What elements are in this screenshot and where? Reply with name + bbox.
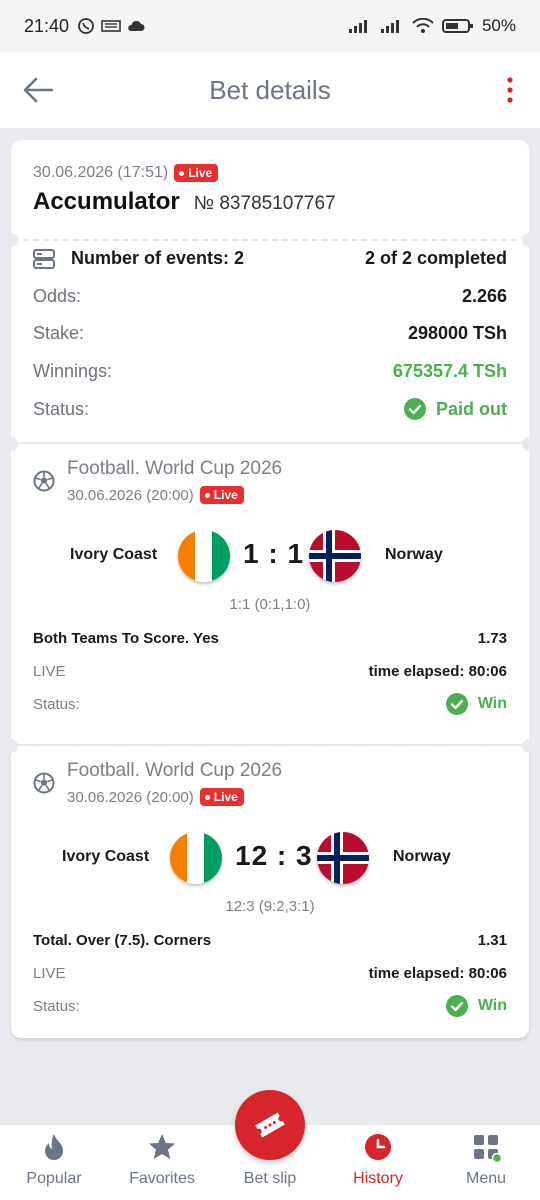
live-badge-label: Live: [213, 488, 238, 502]
away-team: Norway: [393, 848, 451, 865]
match-score: 12 : 3: [235, 840, 313, 871]
event-status-value: Win: [477, 695, 507, 712]
event-status-value: Win: [477, 997, 507, 1014]
star-icon: [149, 1134, 175, 1159]
events-row: Number of events: 2 2 of 2 completed: [33, 248, 507, 269]
live-badge: Live: [199, 486, 244, 504]
status-value: Paid out: [436, 398, 507, 419]
live-dot-icon: [204, 794, 210, 800]
odds-row: Odds: 2.266: [33, 286, 507, 307]
match-row: Ivory Coast 12 : 3 Norway: [11, 828, 529, 888]
clock-icon: [365, 1134, 391, 1160]
live-dot-icon: [179, 170, 185, 176]
bet-type: Accumulator: [33, 188, 180, 215]
wifi-icon: [412, 18, 434, 33]
status-row: Status: Paid out: [33, 398, 507, 420]
event-card: Football. World Cup 2026 30.06.2026 (20:…: [4, 739, 536, 1038]
nav-menu-label: Menu: [465, 1170, 507, 1187]
live-badge: Live: [199, 788, 244, 806]
back-arrow-icon[interactable]: [22, 76, 54, 104]
check-circle-icon: [404, 398, 426, 420]
winnings-row: Winnings: 675357.4 TSh: [33, 361, 507, 382]
events-list-icon: [33, 248, 55, 269]
event-state: LIVE: [33, 965, 66, 982]
live-badge-label: Live: [213, 790, 238, 804]
football-icon: [33, 470, 55, 492]
bet-date: 30.06.2026 (17:51): [33, 164, 169, 181]
check-circle-icon: [445, 995, 468, 1017]
nav-menu[interactable]: Menu: [432, 1125, 540, 1200]
nav-betslip-label: Bet slip: [243, 1170, 297, 1187]
live-badge: Live: [174, 164, 219, 182]
check-circle-icon: [445, 693, 468, 715]
status-bar: 21:40 50%: [0, 0, 540, 52]
app-notification-icon: [101, 20, 121, 32]
status-label: Status:: [33, 398, 90, 419]
ivory-coast-flag-icon: [170, 832, 222, 884]
event-status-label: Status:: [33, 695, 80, 713]
nav-popular[interactable]: Popular: [0, 1125, 108, 1200]
event-card: Football. World Cup 2026 30.06.2026 (20:…: [4, 437, 536, 744]
live-dot-icon: [204, 492, 210, 498]
stake-row: Stake: 298000 TSh: [33, 323, 507, 344]
match-row: Ivory Coast 1 : 1 Norway: [11, 526, 529, 586]
score-detail: 12:3 (9:2,3:1): [225, 898, 315, 915]
signal-icon: [348, 20, 367, 33]
event-status-label: Status:: [33, 997, 80, 1015]
norway-flag-icon: [309, 530, 361, 582]
nav-history-label: History: [353, 1170, 403, 1187]
home-team: Ivory Coast: [70, 546, 158, 563]
bet-number: № 83785107767: [193, 193, 336, 214]
score-detail: 1:1 (0:1,1:0): [229, 596, 311, 613]
away-team: Norway: [385, 546, 443, 563]
ivory-coast-flag-icon: [178, 530, 230, 582]
winnings-value: 675357.4 TSh: [392, 361, 507, 381]
stake-value: 298000 TSh: [407, 323, 507, 343]
betslip-fab-button[interactable]: [235, 1090, 305, 1160]
app-bar: Bet details: [0, 52, 540, 128]
battery-percent: 50%: [481, 16, 516, 35]
tournament-name: Football. World Cup 2026: [67, 458, 283, 479]
odds-value: 2.266: [461, 286, 507, 306]
more-vertical-icon[interactable]: [504, 76, 516, 104]
cloud-icon: [128, 20, 145, 31]
events-count: Number of events: 2: [71, 248, 245, 268]
stake-label: Stake:: [33, 323, 85, 343]
market-odds: 1.31: [477, 932, 507, 949]
menu-grid-icon: [474, 1135, 501, 1162]
flame-icon: [45, 1134, 63, 1160]
divider: [23, 239, 517, 241]
nav-favorites[interactable]: Favorites: [108, 1125, 216, 1200]
nav-favorites-label: Favorites: [129, 1170, 195, 1187]
nav-history[interactable]: History: [324, 1125, 432, 1200]
norway-flag-icon: [317, 832, 369, 884]
battery-icon: [441, 19, 473, 33]
tournament-name: Football. World Cup 2026: [67, 760, 283, 781]
bet-summary-card: 30.06.2026 (17:51) Live Accumulator № 83…: [4, 140, 536, 442]
signal-icon-2: [380, 20, 399, 33]
time-elapsed: time elapsed: 80:06: [368, 663, 507, 680]
events-completed: 2 of 2 completed: [364, 248, 507, 268]
market-name: Both Teams To Score. Yes: [33, 630, 219, 647]
football-icon: [33, 772, 55, 794]
event-date: 30.06.2026 (20:00): [67, 788, 194, 806]
odds-label: Odds:: [33, 286, 82, 306]
live-badge-label: Live: [188, 166, 213, 180]
status-time: 21:40: [24, 15, 70, 36]
market-name: Total. Over (7.5). Corners: [33, 932, 212, 949]
ticket-icon: [255, 1112, 285, 1138]
market-odds: 1.73: [477, 630, 507, 647]
event-date: 30.06.2026 (20:00): [67, 486, 194, 504]
time-elapsed: time elapsed: 80:06: [368, 965, 507, 982]
winnings-label: Winnings:: [33, 361, 113, 381]
page-title: Bet details: [209, 74, 331, 105]
nav-popular-label: Popular: [26, 1170, 82, 1187]
match-score: 1 : 1: [243, 538, 305, 569]
whatsapp-icon: [78, 18, 94, 34]
home-team: Ivory Coast: [62, 848, 150, 865]
event-state: LIVE: [33, 663, 66, 680]
